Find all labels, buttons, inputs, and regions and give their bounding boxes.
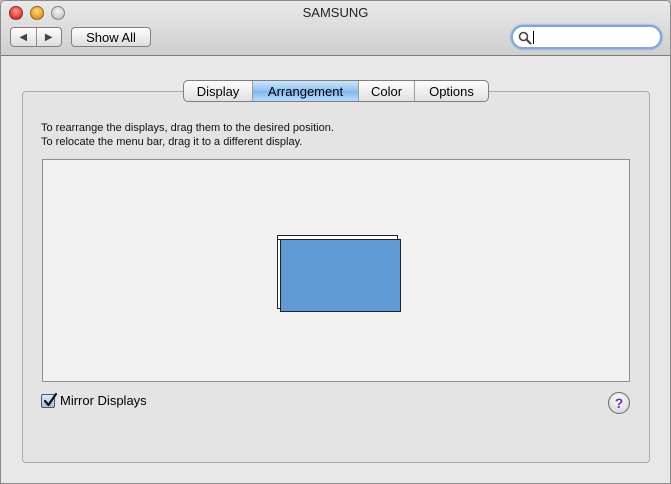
preferences-window: SAMSUNG ◀ ▶ Show All Display Arrangement… [0, 0, 671, 484]
show-all-button[interactable]: Show All [71, 27, 151, 47]
tab-color[interactable]: Color [358, 81, 414, 101]
tab-display[interactable]: Display [184, 81, 252, 101]
instruction-line: To relocate the menu bar, drag it to a d… [41, 136, 303, 148]
tab-arrangement[interactable]: Arrangement [252, 81, 358, 101]
mirror-displays-checkbox[interactable] [41, 392, 58, 408]
search-icon [518, 31, 532, 45]
mirror-displays-option[interactable]: Mirror Displays [41, 392, 147, 408]
tab-options[interactable]: Options [414, 81, 488, 101]
help-icon: ? [614, 395, 624, 411]
display-arrangement-area [42, 159, 630, 382]
display-thumbnail[interactable] [280, 239, 401, 312]
checkmark-icon [43, 392, 58, 406]
search-input[interactable] [533, 30, 653, 45]
back-arrow-icon[interactable]: ◀ [11, 28, 36, 46]
window-title: SAMSUNG [302, 5, 369, 20]
help-button[interactable]: ? [608, 392, 630, 414]
forward-arrow-icon[interactable]: ▶ [35, 28, 62, 46]
instructions: To rearrange the displays, drag them to … [41, 121, 334, 149]
toolbar: SAMSUNG ◀ ▶ Show All [1, 1, 670, 56]
mirror-displays-label: Mirror Displays [60, 393, 147, 408]
tab-bar: Display Arrangement Color Options [183, 80, 489, 102]
instruction-line: To rearrange the displays, drag them to … [41, 122, 334, 134]
search-field[interactable] [511, 25, 662, 49]
text-caret [533, 31, 534, 44]
back-forward-control: ◀ ▶ [10, 27, 62, 47]
